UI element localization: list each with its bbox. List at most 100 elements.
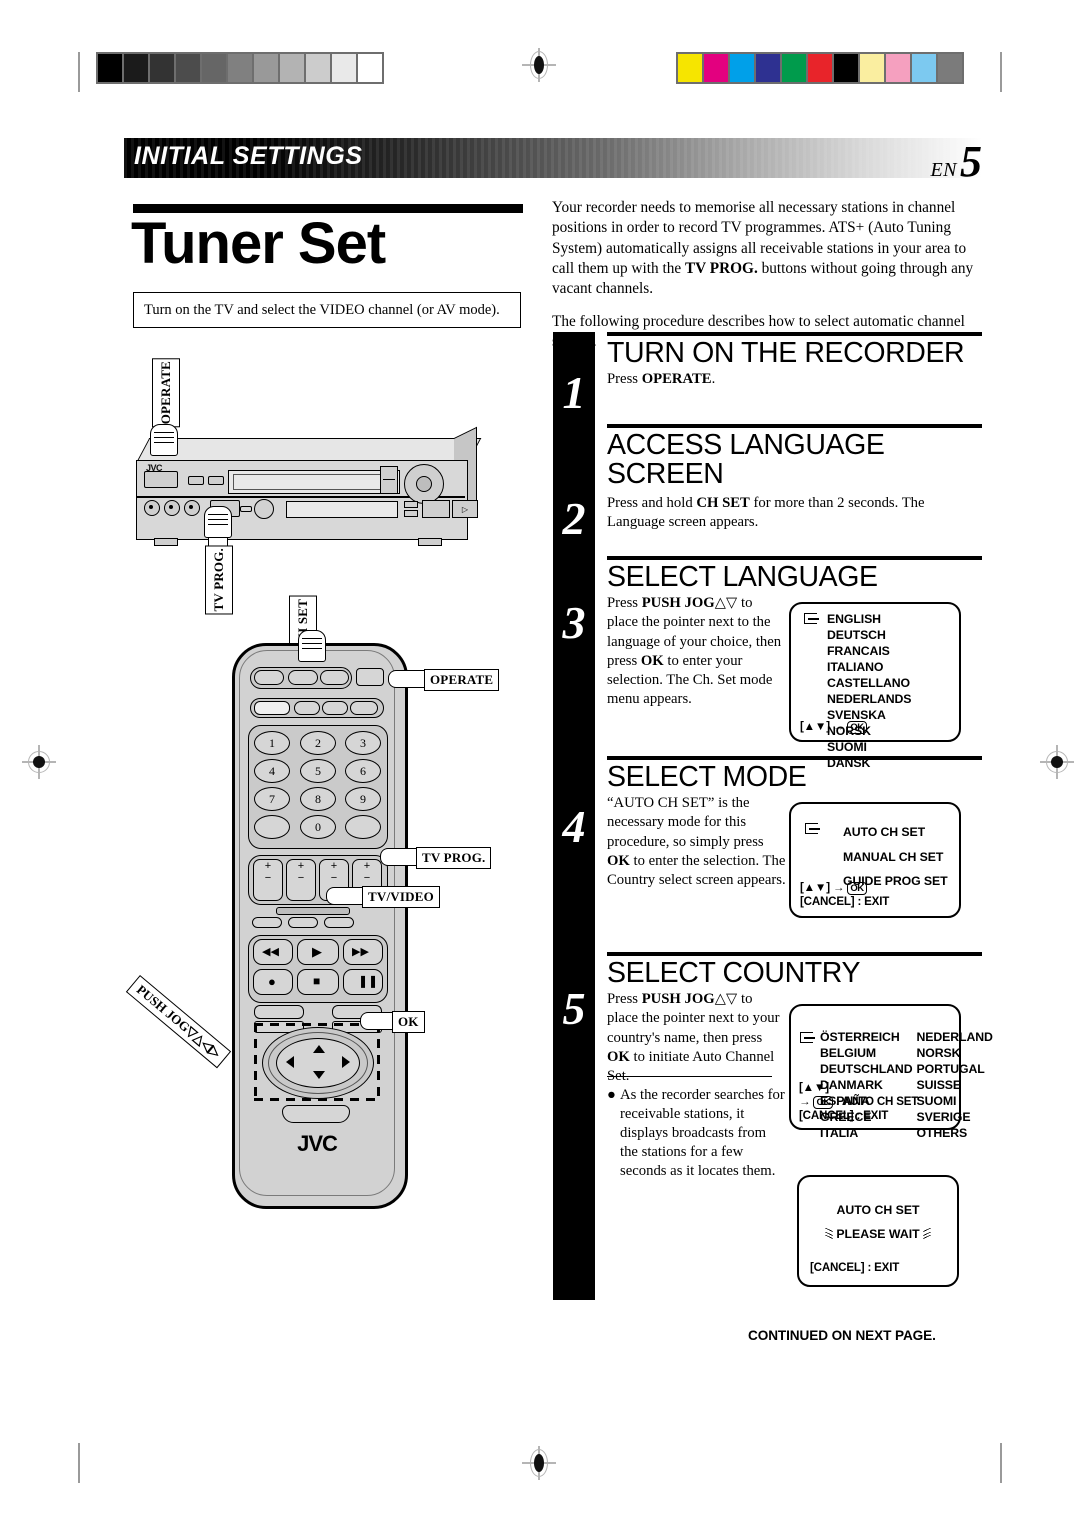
remote-key-0[interactable]: 0 [300, 815, 336, 839]
vcr-shuttle-dial[interactable] [404, 464, 444, 504]
step-number-4: 4 [562, 801, 586, 852]
remote-func-button-1[interactable] [294, 701, 320, 715]
step-number-1: 1 [562, 367, 586, 418]
osd-country-item[interactable]: BELGIUM [820, 1046, 913, 1062]
vcr-small-knob[interactable] [240, 506, 252, 512]
vcr-play-button[interactable]: ▷ [452, 500, 478, 518]
step-2-heading: ACCESS LANGUAGE SCREEN [607, 429, 885, 491]
remote-key-6[interactable]: 6 [345, 759, 381, 783]
remote-top-button-3[interactable] [320, 670, 349, 685]
language-code: EN [930, 159, 957, 181]
registration-mark-right [1040, 745, 1074, 779]
osd-language-item[interactable]: SUOMI [827, 740, 911, 756]
osd-language-item[interactable]: CASTELLANO [827, 676, 911, 692]
remote-bottom-button[interactable] [282, 1105, 350, 1123]
vcr-operate-button[interactable] [144, 471, 178, 488]
step-2-body: Press and hold CH SET for more than 2 se… [607, 494, 925, 530]
remote-key-4[interactable]: 4 [254, 759, 290, 783]
colour-swatch [834, 54, 858, 82]
vcr-display-panel [286, 501, 398, 518]
osd-country-item[interactable]: SUOMI [917, 1094, 993, 1110]
crop-mark-top-right [1000, 52, 1002, 92]
remote-record-button[interactable]: ● [253, 969, 293, 995]
remote-key-7[interactable]: 7 [254, 787, 290, 811]
remote-key-1[interactable]: 1 [254, 731, 290, 755]
vcr-tiny-button-2[interactable] [404, 510, 418, 517]
remote-key-9[interactable]: 9 [345, 787, 381, 811]
osd-country-item[interactable]: NEDERLAND [917, 1030, 993, 1046]
osd-country-item[interactable]: OTHERS [917, 1126, 993, 1142]
colour-swatch [886, 54, 910, 82]
osd-country-item[interactable]: SVERIGE [917, 1110, 993, 1126]
remote-tv-prog-callout: TV PROG. [416, 847, 492, 869]
osd-country-item[interactable]: ITALIA [820, 1126, 913, 1142]
remote-pause-button[interactable]: ❚❚ [343, 969, 383, 995]
colour-swatch [782, 54, 806, 82]
osd-language-item[interactable]: NEDERLANDS [827, 692, 912, 708]
remote-play-button[interactable]: ▶ [297, 939, 339, 965]
osd-language-item[interactable]: DEUTSCH [827, 628, 911, 644]
osd-country-item[interactable]: SUISSE [917, 1078, 993, 1094]
step-4-body: “AUTO CH SET” is the necessary mode for … [607, 795, 786, 888]
remote-key-right-blank[interactable] [345, 815, 381, 839]
remote-key-left-blank[interactable] [254, 815, 290, 839]
osd-language-item[interactable]: ENGLISH [827, 612, 911, 628]
remote-key-2[interactable]: 2 [300, 731, 336, 755]
osd-country-item[interactable]: PORTUGAL [917, 1062, 993, 1078]
step-number-3: 3 [562, 597, 586, 648]
osd-country-item[interactable]: ÖSTERREICH [820, 1030, 913, 1046]
osd-please-wait-screen: AUTO CH SET PLEASE WAIT [CANCEL] : EXIT [797, 1175, 959, 1287]
osd-country-item[interactable]: DEUTSCHLAND [820, 1062, 913, 1078]
vcr-round-knob[interactable] [254, 499, 274, 519]
osd-mode-cancel-hint: [CANCEL] : EXIT [800, 894, 890, 908]
colour-swatch [938, 54, 962, 82]
remote-key-8[interactable]: 8 [300, 787, 336, 811]
pointing-hand-operate [150, 424, 178, 456]
step-5-bullet-text: As the recorder searches for receivable … [620, 1087, 785, 1180]
remote-ok-callout: OK [392, 1011, 425, 1033]
remote-operate-button[interactable] [356, 668, 384, 686]
remote-tracking-rocker[interactable]: + − [286, 859, 316, 901]
remote-func-button-2[interactable] [322, 701, 348, 715]
osd-language-list: ENGLISH DEUTSCH FRANCAIS ITALIANO CASTEL… [827, 612, 912, 772]
vcr-cassette-slot [228, 470, 400, 494]
vcr-pause-play-buttons[interactable] [380, 466, 398, 494]
remote-key-3[interactable]: 3 [345, 731, 381, 755]
colour-swatch [860, 54, 884, 82]
osd-country-screen: ÖSTERREICH BELGIUM DEUTSCHLAND DANMARK E… [789, 1004, 993, 1140]
osd-country-column-2: NEDERLAND NORSK PORTUGAL SUISSE SUOMI SV… [917, 1030, 993, 1142]
greyscale-swatch [332, 54, 356, 82]
ok-glyph: OK [847, 881, 867, 895]
ok-glyph: OK [847, 720, 867, 734]
remote-key-5[interactable]: 5 [300, 759, 336, 783]
remote-audio-button[interactable] [288, 917, 318, 928]
remote-push-jog-pad[interactable] [254, 1023, 380, 1101]
osd-language-item[interactable]: ITALIANO [827, 660, 911, 676]
osd-country-item[interactable]: NORSK [917, 1046, 993, 1062]
vcr-eject-button[interactable] [422, 500, 450, 518]
remote-top-button-2[interactable] [288, 670, 318, 685]
intro-paragraph-1: Your recorder needs to memorise all nece… [552, 199, 974, 298]
pointing-hand-remote-top [298, 630, 326, 662]
remote-func-button-3[interactable] [350, 701, 378, 715]
ok-glyph: OK [813, 1095, 833, 1109]
remote-stop-button[interactable]: ■ [297, 969, 339, 995]
vcr-tiny-button-1[interactable] [404, 501, 418, 508]
remote-display-button[interactable] [252, 917, 282, 928]
jog-highlight-frame [254, 1023, 380, 1101]
remote-volume-rocker[interactable]: + − [253, 859, 283, 901]
osd-mode-item[interactable]: AUTO CH SET [843, 820, 948, 845]
remote-bar-button[interactable] [276, 907, 350, 915]
remote-slider-switch[interactable] [254, 701, 290, 715]
remote-forward-button[interactable]: ▶▶ [343, 939, 383, 965]
vcr-aux-button-2[interactable] [208, 476, 224, 485]
osd-language-item[interactable]: FRANCAIS [827, 644, 911, 660]
remote-tvprog-leader [380, 848, 417, 866]
remote-top-button-1[interactable] [254, 670, 284, 685]
remote-rewind-button[interactable]: ◀◀ [253, 939, 293, 965]
osd-mode-item[interactable]: MANUAL CH SET [843, 845, 948, 870]
remote-menu-button[interactable] [254, 1005, 304, 1019]
remote-tv-video-button[interactable] [324, 917, 354, 928]
vcr-aux-button-1[interactable] [188, 476, 204, 485]
greyscale-swatch [98, 54, 122, 82]
